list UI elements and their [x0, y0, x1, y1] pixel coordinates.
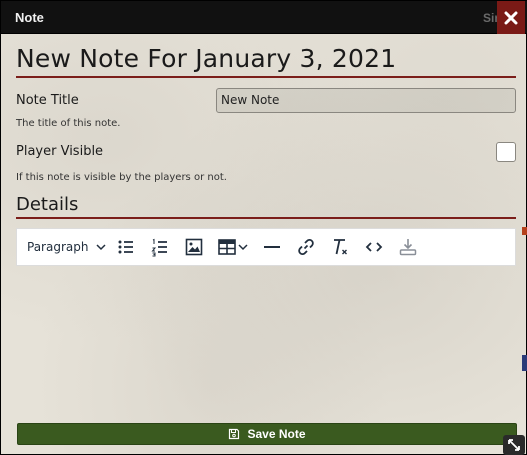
insert-table-button[interactable] — [213, 232, 253, 262]
details-editor[interactable] — [16, 266, 516, 428]
bullet-list-button[interactable] — [111, 232, 141, 262]
insert-image-button[interactable] — [179, 232, 209, 262]
window-title: Note — [15, 10, 44, 25]
note-title-input[interactable]: New Note — [216, 88, 516, 113]
details-heading: Details — [16, 194, 516, 219]
resize-icon — [508, 439, 520, 451]
note-title-label: Note Title — [16, 93, 79, 108]
code-icon — [365, 242, 383, 252]
background-strip — [522, 227, 527, 235]
note-title-row: Note Title New Note — [16, 88, 516, 118]
note-window: Note Simple New Note For January 3, 2021… — [0, 0, 527, 455]
download-button[interactable] — [393, 232, 423, 262]
horizontal-rule-button[interactable] — [257, 232, 287, 262]
insert-link-button[interactable] — [291, 232, 321, 262]
background-strip — [522, 355, 527, 371]
table-icon — [218, 239, 236, 255]
player-visible-checkbox[interactable] — [496, 142, 516, 162]
note-title-hint: The title of this note. — [16, 118, 121, 129]
chevron-down-icon — [96, 244, 106, 251]
note-form: New Note For January 3, 2021 Note Title … — [16, 34, 516, 428]
player-visible-row: Player Visible — [16, 142, 516, 172]
block-format-select[interactable]: Paragraph — [25, 233, 111, 261]
save-note-button[interactable]: Save Note — [17, 423, 517, 445]
numbered-list-button[interactable] — [145, 232, 175, 262]
save-note-label: Save Note — [247, 427, 306, 441]
link-icon — [298, 239, 314, 255]
code-button[interactable] — [359, 232, 389, 262]
horizontal-rule-icon — [264, 246, 280, 248]
chevron-down-icon — [238, 244, 248, 251]
clear-formatting-icon — [334, 239, 347, 255]
clear-formatting-button[interactable] — [325, 232, 355, 262]
close-icon — [504, 11, 518, 24]
save-icon — [229, 428, 240, 440]
close-button[interactable] — [497, 1, 525, 34]
window-titlebar[interactable]: Note Simple — [1, 1, 527, 34]
block-format-label: Paragraph — [27, 240, 89, 254]
page-title: New Note For January 3, 2021 — [16, 44, 516, 78]
editor-toolbar: Paragraph — [16, 228, 516, 266]
download-icon — [399, 239, 417, 256]
player-visible-hint: If this note is visible by the players o… — [16, 172, 227, 183]
image-icon — [185, 238, 203, 256]
bullet-list-icon — [118, 240, 133, 254]
numbered-list-icon — [151, 238, 167, 257]
player-visible-label: Player Visible — [16, 144, 104, 159]
resize-handle[interactable] — [503, 435, 525, 455]
